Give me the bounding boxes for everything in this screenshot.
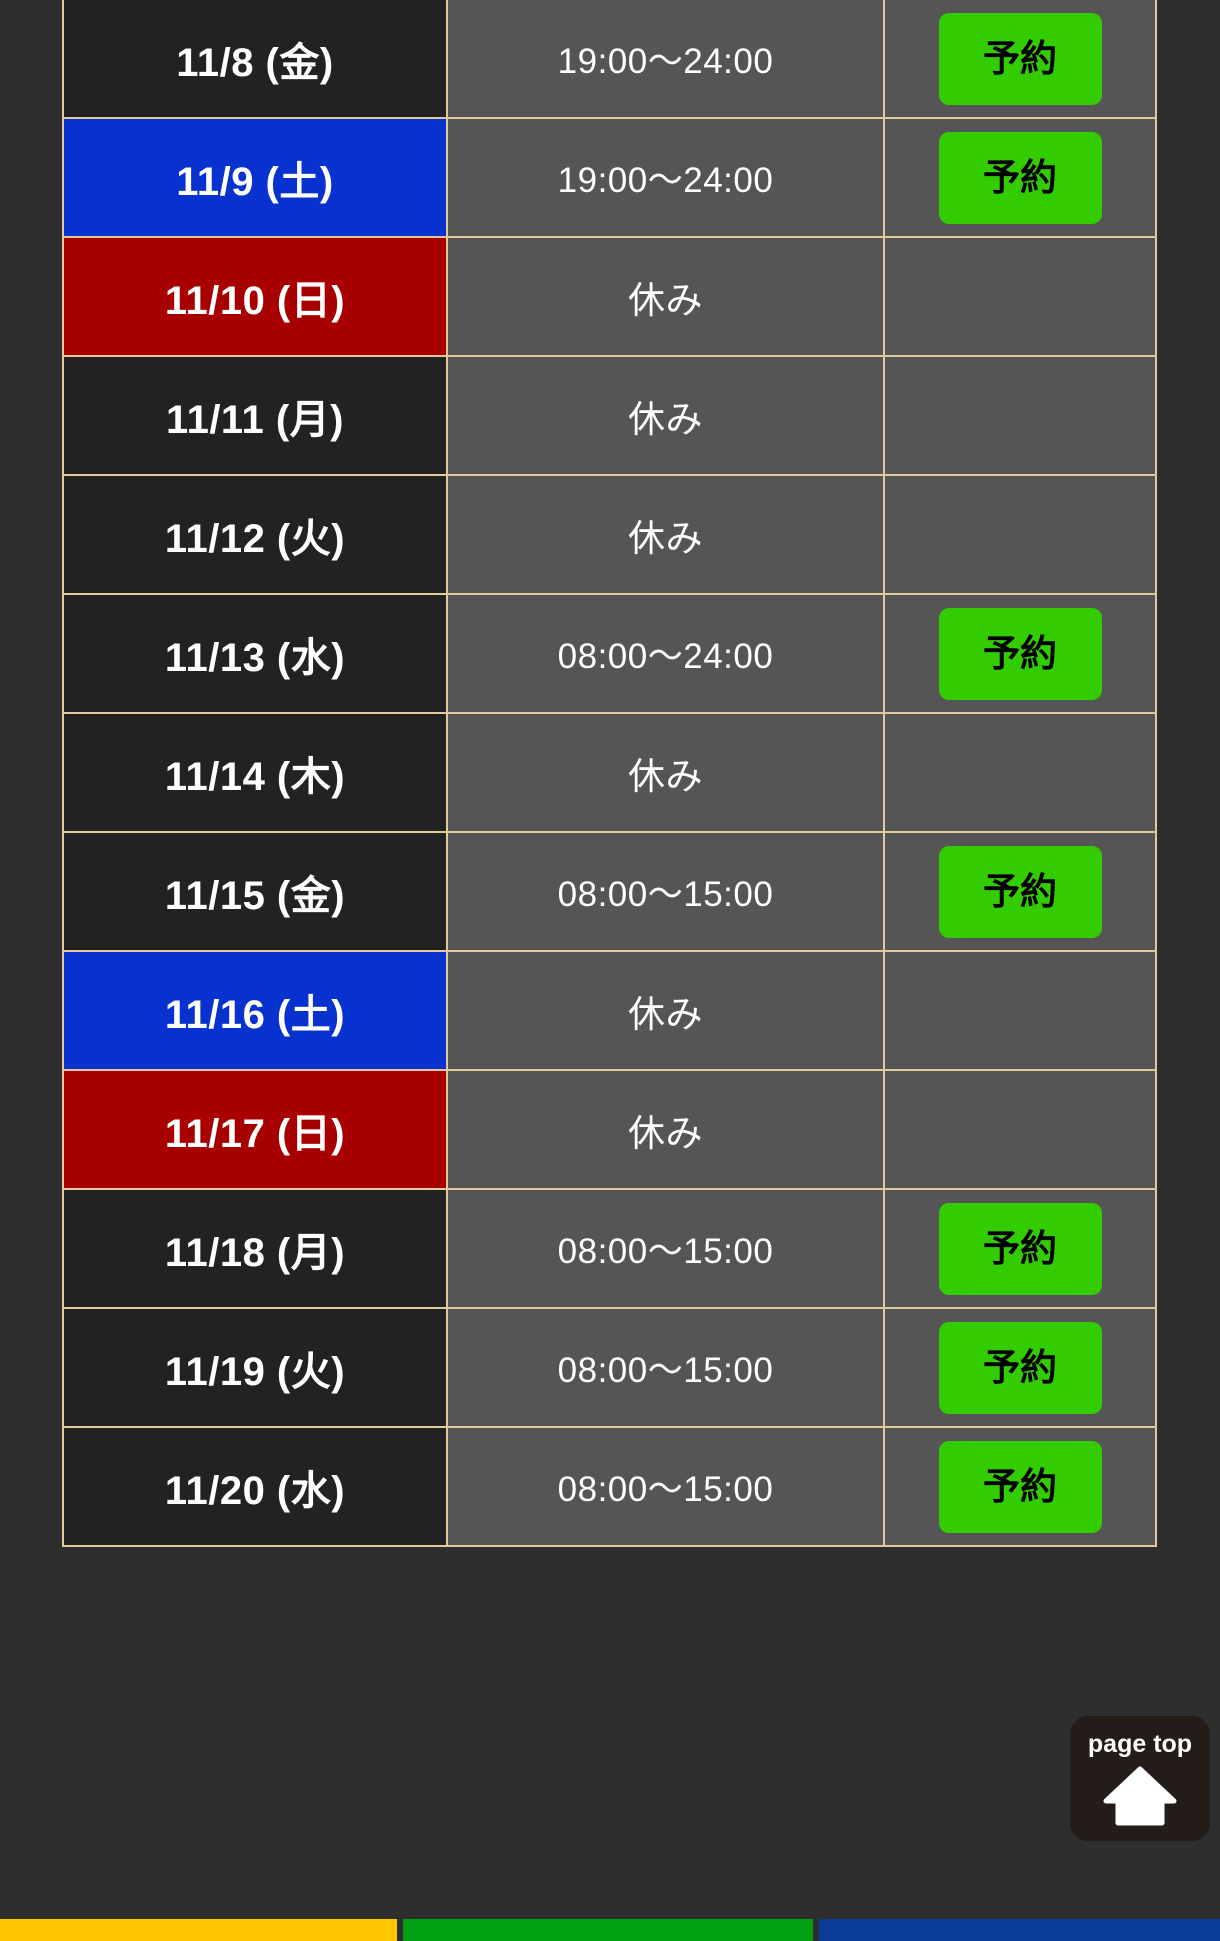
reservation-empty [885,357,1155,474]
arrow-up-icon [1103,1765,1177,1827]
bottom-bar-segment-green[interactable] [403,1919,813,1941]
reserve-button[interactable]: 予約 [938,1321,1102,1414]
cell-date: 11/10 (日) [62,236,448,357]
cell-hours: 休み [446,355,885,476]
table-row: 11/9 (土) 19:00〜24:00 予約 [62,117,1157,238]
cell-hours: 休み [446,236,885,357]
cell-reservation [883,355,1157,476]
cell-date: 11/16 (土) [62,950,448,1071]
cell-reservation [883,950,1157,1071]
cell-reservation: 予約 [883,1426,1157,1547]
cell-date: 11/18 (月) [62,1188,448,1309]
schedule-table: 11/8 (金) 19:00〜24:00 予約 11/9 (土) 19:00〜24:00… [62,0,1157,1547]
table-row: 11/19 (火) 08:00〜15:00 予約 [62,1307,1157,1428]
cell-reservation [883,236,1157,357]
table-row: 11/8 (金) 19:00〜24:00 予約 [62,0,1157,119]
reservation-empty [885,952,1155,1069]
table-row: 11/15 (金) 08:00〜15:00 予約 [62,831,1157,952]
cell-reservation [883,474,1157,595]
table-row: 11/16 (土) 休み [62,950,1157,1071]
cell-date: 11/14 (木) [62,712,448,833]
bottom-bar-segment-blue[interactable] [818,1919,1220,1941]
table-row: 11/14 (木) 休み [62,712,1157,833]
table-row: 11/20 (水) 08:00〜15:00 予約 [62,1426,1157,1547]
cell-date: 11/20 (水) [62,1426,448,1547]
table-row: 11/12 (火) 休み [62,474,1157,595]
cell-date: 11/17 (日) [62,1069,448,1190]
table-row: 11/17 (日) 休み [62,1069,1157,1190]
cell-date: 11/12 (火) [62,474,448,595]
schedule-table-container: 11/8 (金) 19:00〜24:00 予約 11/9 (土) 19:00〜24:00… [62,0,1157,1547]
cell-date: 11/15 (金) [62,831,448,952]
cell-reservation [883,712,1157,833]
cell-hours: 休み [446,712,885,833]
cell-reservation: 予約 [883,831,1157,952]
cell-hours: 08:00〜15:00 [446,1426,885,1547]
cell-reservation: 予約 [883,1188,1157,1309]
reservation-empty [885,238,1155,355]
reserve-button[interactable]: 予約 [938,1440,1102,1533]
reserve-button[interactable]: 予約 [938,1202,1102,1295]
reserve-button[interactable]: 予約 [938,845,1102,938]
cell-date: 11/8 (金) [62,0,448,119]
cell-hours: 08:00〜15:00 [446,1188,885,1309]
reservation-empty [885,1071,1155,1188]
cell-date: 11/11 (月) [62,355,448,476]
cell-hours: 休み [446,1069,885,1190]
cell-reservation: 予約 [883,117,1157,238]
reservation-empty [885,476,1155,593]
table-row: 11/13 (水) 08:00〜24:00 予約 [62,593,1157,714]
cell-date: 11/13 (水) [62,593,448,714]
reserve-button[interactable]: 予約 [938,12,1102,105]
cell-reservation: 予約 [883,593,1157,714]
reserve-button[interactable]: 予約 [938,607,1102,700]
cell-reservation: 予約 [883,1307,1157,1428]
cell-hours: 休み [446,474,885,595]
bottom-bar-segment-yellow[interactable] [0,1919,398,1941]
cell-date: 11/19 (火) [62,1307,448,1428]
table-row: 11/10 (日) 休み [62,236,1157,357]
cell-hours: 08:00〜15:00 [446,831,885,952]
cell-reservation: 予約 [883,0,1157,119]
table-row: 11/18 (月) 08:00〜15:00 予約 [62,1188,1157,1309]
cell-hours: 08:00〜15:00 [446,1307,885,1428]
cell-hours: 19:00〜24:00 [446,117,885,238]
cell-reservation [883,1069,1157,1190]
table-row: 11/11 (月) 休み [62,355,1157,476]
reserve-button[interactable]: 予約 [938,131,1102,224]
reservation-empty [885,714,1155,831]
cell-hours: 08:00〜24:00 [446,593,885,714]
cell-date: 11/9 (土) [62,117,448,238]
page-top-button[interactable]: page top [1070,1716,1210,1841]
cell-hours: 休み [446,950,885,1071]
page-top-label: page top [1087,1730,1193,1758]
schedule-table-body: 11/8 (金) 19:00〜24:00 予約 11/9 (土) 19:00〜24:00… [62,0,1157,1547]
bottom-color-bar [0,1919,1220,1941]
cell-hours: 19:00〜24:00 [446,0,885,119]
